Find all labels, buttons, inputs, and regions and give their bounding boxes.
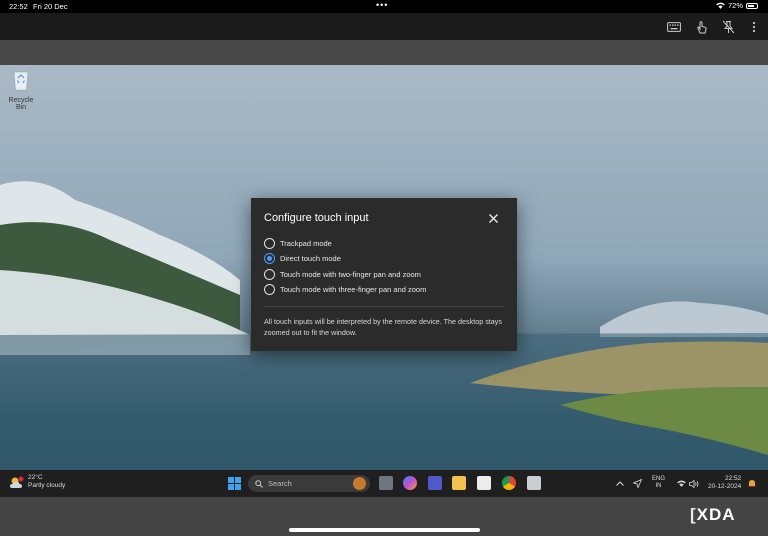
radio-button[interactable] (264, 283, 275, 295)
tray-chevron-icon[interactable] (616, 470, 624, 497)
recycle-bin[interactable]: Recycle Bin (4, 69, 38, 111)
dialog-title: Configure touch input (264, 212, 369, 224)
windows-logo-tile (235, 484, 241, 490)
option-two-finger-pan-zoom[interactable]: Touch mode with two-finger pan and zoom (264, 267, 421, 281)
notification-bell-icon[interactable] (748, 470, 756, 497)
xda-logo-icon: [ (690, 505, 697, 524)
dialog-description: All touch inputs will be interpreted by … (264, 317, 502, 337)
wifi-icon (716, 2, 725, 9)
multitasking-dots[interactable]: ••• (376, 0, 388, 10)
remote-app-icon[interactable] (527, 476, 541, 490)
option-label: Direct touch mode (280, 253, 341, 263)
pin-off-icon[interactable] (720, 19, 736, 35)
viewport-margin (0, 40, 768, 65)
bottom-bar: [XDA (0, 497, 768, 536)
status-time: 22:52 (9, 2, 28, 11)
touch-icon[interactable] (693, 19, 709, 35)
language-indicator[interactable]: ENG IN (652, 476, 665, 490)
configure-touch-dialog: Configure touch input Trackpad mode Dire… (251, 198, 517, 351)
radio-button[interactable] (264, 237, 275, 249)
location-icon[interactable] (633, 470, 642, 497)
weather-desc: Partly cloudy (28, 482, 66, 489)
task-view-icon[interactable] (379, 476, 393, 490)
start-button[interactable] (228, 477, 241, 490)
windows-logo-tile (235, 477, 241, 483)
status-right: 72% (716, 1, 758, 10)
chrome-icon[interactable] (502, 476, 516, 490)
battery-icon (746, 2, 758, 9)
battery-percent: 72% (727, 1, 743, 10)
taskbar-clock[interactable]: 22:52 20-12-2024 (708, 475, 741, 491)
clock-time: 22:52 (724, 475, 742, 482)
option-three-finger-pan-zoom[interactable]: Touch mode with three-finger pan and zoo… (264, 282, 426, 296)
xda-brand: XDA (696, 505, 736, 524)
radio-button[interactable] (264, 268, 275, 280)
taskbar-search[interactable]: Search (248, 475, 370, 492)
windows-logo-tile (228, 477, 234, 483)
radio-button-selected[interactable] (264, 252, 275, 264)
search-icon (255, 479, 263, 488)
lang-region: IN (655, 483, 662, 489)
option-label: Touch mode with two-finger pan and zoom (280, 269, 421, 279)
status-date: Fri 20 Dec (33, 2, 68, 11)
weather-icon (10, 476, 24, 488)
clock-date: 20-12-2024 (708, 483, 742, 490)
file-explorer-icon[interactable] (452, 476, 466, 490)
keyboard-icon[interactable] (666, 19, 682, 35)
app-toolbar (0, 13, 768, 40)
recycle-bin-icon (13, 71, 29, 91)
status-bar: 22:52 Fri 20 Dec ••• 72% (0, 0, 768, 13)
windows-taskbar: 22°C Partly cloudy Search ENG IN 22:52 2… (0, 470, 768, 497)
teams-icon[interactable] (428, 476, 442, 490)
recycle-bin-label: Recycle Bin (8, 97, 34, 111)
option-label: Trackpad mode (280, 238, 332, 248)
weather-temp: 22°C (28, 474, 43, 481)
network-icon[interactable] (677, 470, 686, 497)
home-indicator[interactable] (289, 528, 480, 532)
xda-watermark: [XDA (690, 505, 736, 525)
weather-widget[interactable]: 22°C Partly cloudy (9, 474, 65, 490)
option-label: Touch mode with three-finger pan and zoo… (280, 284, 427, 294)
dialog-divider (264, 306, 504, 307)
more-vertical-icon[interactable] (746, 19, 762, 35)
option-direct-touch-mode[interactable]: Direct touch mode (264, 251, 341, 265)
windows-logo-tile (228, 484, 234, 490)
lang-code: ENG (652, 476, 666, 482)
store-icon[interactable] (477, 476, 491, 490)
copilot-icon[interactable] (403, 476, 417, 490)
close-icon (488, 213, 498, 223)
search-highlight-icon (353, 477, 366, 490)
option-trackpad-mode[interactable]: Trackpad mode (264, 236, 332, 250)
weather-text: 22°C Partly cloudy (28, 474, 65, 490)
volume-icon[interactable] (689, 470, 699, 497)
close-button[interactable] (486, 211, 500, 225)
search-placeholder: Search (268, 479, 292, 488)
